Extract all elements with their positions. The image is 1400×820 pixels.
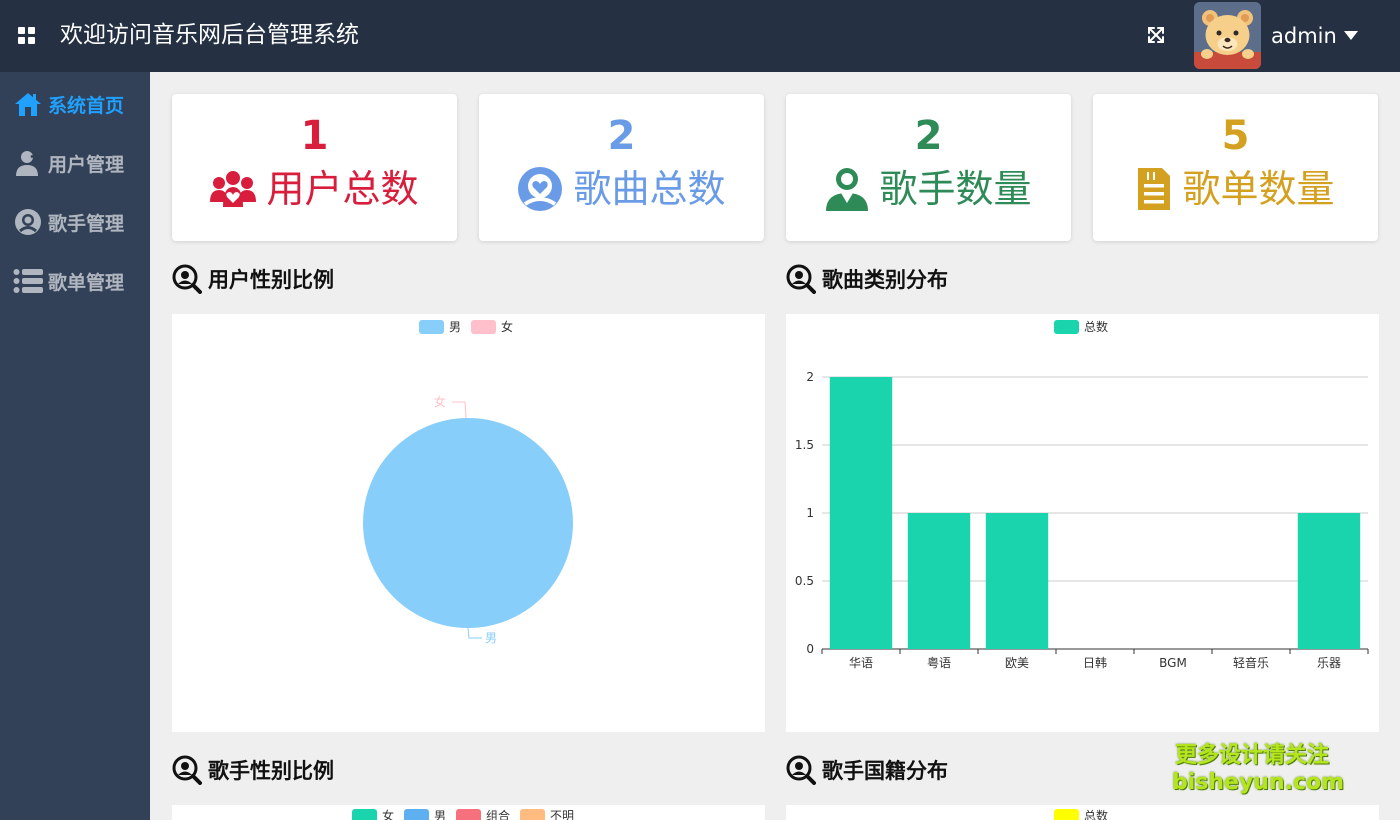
chevron-down-icon[interactable] xyxy=(1344,31,1358,40)
sidebar-item-label: 用户管理 xyxy=(48,153,125,176)
section-title-song-category: 歌曲类别分布 xyxy=(786,262,948,296)
x-tick-label: 欧美 xyxy=(1005,656,1029,670)
section-title-user-gender: 用户性别比例 xyxy=(172,262,334,296)
search-user-icon xyxy=(172,755,202,785)
pie-slice[interactable] xyxy=(363,418,573,628)
sidebar-item-label: 歌手管理 xyxy=(48,212,125,235)
sidebar-item-playlists[interactable]: 歌单管理 xyxy=(12,261,147,301)
y-tick-label: 1.5 xyxy=(795,438,814,452)
x-tick-label: 粤语 xyxy=(927,655,951,670)
sidebar-item-singers[interactable]: 歌手管理 xyxy=(12,202,147,242)
singer-person-icon xyxy=(826,168,869,211)
home-icon xyxy=(12,89,44,119)
bar[interactable] xyxy=(907,513,971,649)
stat-card-users: 1 用户总数 xyxy=(172,94,457,241)
x-tick-label: 轻音乐 xyxy=(1233,655,1269,670)
sidebar-item-label: 歌单管理 xyxy=(48,271,125,294)
song-heart-icon xyxy=(518,167,563,211)
bar[interactable] xyxy=(985,513,1049,649)
y-tick-label: 0 xyxy=(806,642,814,656)
legend-label: 不明 xyxy=(550,809,575,820)
sidebar-item-label: 系统首页 xyxy=(48,94,125,117)
chart-legend: 女 男 组合 不明 xyxy=(352,807,584,820)
app-title: 欢迎访问音乐网后台管理系统 xyxy=(60,22,359,48)
bar[interactable] xyxy=(829,377,893,649)
stat-card-playlists: 5 歌单数量 xyxy=(1093,94,1378,241)
x-tick-label: BGM xyxy=(1159,656,1187,670)
sidebar-item-home[interactable]: 系统首页 xyxy=(12,84,147,124)
bar[interactable] xyxy=(1297,513,1361,649)
stat-label: 歌曲总数 xyxy=(573,167,726,211)
users-group-icon xyxy=(210,171,257,207)
watermark-line: bisheyun.com xyxy=(1172,770,1345,795)
stat-value: 1 xyxy=(300,113,329,159)
y-tick-label: 2 xyxy=(806,370,814,384)
stat-label: 用户总数 xyxy=(266,167,419,211)
pie-label: 男 xyxy=(485,631,497,645)
user-gender-chart-panel: 男 女 男女 xyxy=(172,314,765,732)
legend-label: 男 xyxy=(434,809,447,820)
watermark: 更多设计请关注 bisheyun.com xyxy=(1172,742,1345,796)
singer-gender-chart-panel: 女 男 组合 不明 xyxy=(172,805,765,820)
avatar[interactable] xyxy=(1194,2,1261,69)
stat-card-singers: 2 歌手数量 xyxy=(786,94,1071,241)
menu-grid-icon[interactable] xyxy=(18,27,36,45)
user-add-icon xyxy=(12,148,44,178)
stat-card-songs: 2 歌曲总数 xyxy=(479,94,764,241)
section-title-text: 歌手性别比例 xyxy=(208,759,334,783)
y-tick-label: 0.5 xyxy=(795,574,814,588)
x-tick-label: 华语 xyxy=(849,656,873,670)
song-category-chart-panel: 总数 0 0.5 1 1.5 2 华语 粤语 欧美 日韩 BGM 轻音乐 乐器 xyxy=(786,314,1379,732)
legend-swatch xyxy=(352,808,377,820)
legend-item[interactable]: 总数 xyxy=(1054,807,1108,820)
stat-label: 歌手数量 xyxy=(879,167,1032,211)
watermark-line: 更多设计请关注 xyxy=(1174,743,1329,768)
fullscreen-icon[interactable] xyxy=(1146,25,1166,45)
legend-label: 组合 xyxy=(486,809,511,820)
bear-avatar-icon xyxy=(1194,2,1261,69)
search-user-icon xyxy=(786,755,816,785)
sidebar: 系统首页 用户管理 歌手管理 歌单管理 xyxy=(0,72,150,820)
section-title-text: 歌曲类别分布 xyxy=(822,268,948,292)
search-user-icon xyxy=(172,264,202,294)
username[interactable]: admin xyxy=(1271,22,1337,50)
search-user-icon xyxy=(786,264,816,294)
x-tick-label: 日韩 xyxy=(1083,655,1107,670)
song-category-bar-chart: 0 0.5 1 1.5 2 华语 粤语 欧美 日韩 BGM 轻音乐 乐器 xyxy=(795,370,1369,670)
stat-value: 2 xyxy=(607,113,636,159)
chart-legend: 总数 xyxy=(1054,807,1118,820)
legend-item[interactable]: 组合 xyxy=(456,807,510,820)
legend-swatch xyxy=(520,808,546,820)
stat-value: 2 xyxy=(914,113,943,159)
section-title-singer-gender: 歌手性别比例 xyxy=(172,753,334,787)
sidebar-item-users[interactable]: 用户管理 xyxy=(12,143,147,183)
pie-label-line xyxy=(467,627,482,639)
legend-label: 女 xyxy=(382,809,395,820)
legend-label: 总数 xyxy=(1084,809,1109,820)
playlist-doc-icon xyxy=(1138,168,1171,210)
legend-swatch xyxy=(456,808,482,820)
stat-value: 5 xyxy=(1221,113,1250,159)
legend-item[interactable]: 女 xyxy=(352,807,394,820)
stat-label: 歌单数量 xyxy=(1182,167,1335,211)
list-icon xyxy=(12,266,44,296)
section-title-text: 歌手国籍分布 xyxy=(822,759,948,783)
singer-icon xyxy=(12,207,44,237)
legend-item[interactable]: 男 xyxy=(404,807,446,820)
singer-nationality-chart-panel: 总数 xyxy=(786,805,1379,820)
legend-swatch xyxy=(404,808,430,820)
x-tick-label: 乐器 xyxy=(1317,656,1341,670)
section-title-singer-nationality: 歌手国籍分布 xyxy=(786,753,948,787)
y-tick-label: 1 xyxy=(806,506,814,520)
section-title-text: 用户性别比例 xyxy=(208,268,334,292)
user-gender-pie: 男女 xyxy=(363,394,573,645)
top-header: 欢迎访问音乐网后台管理系统 admin xyxy=(0,0,1400,72)
pie-label: 女 xyxy=(434,394,446,409)
legend-swatch xyxy=(1054,808,1079,820)
pie-label-line xyxy=(452,401,467,419)
legend-item[interactable]: 不明 xyxy=(520,807,574,820)
